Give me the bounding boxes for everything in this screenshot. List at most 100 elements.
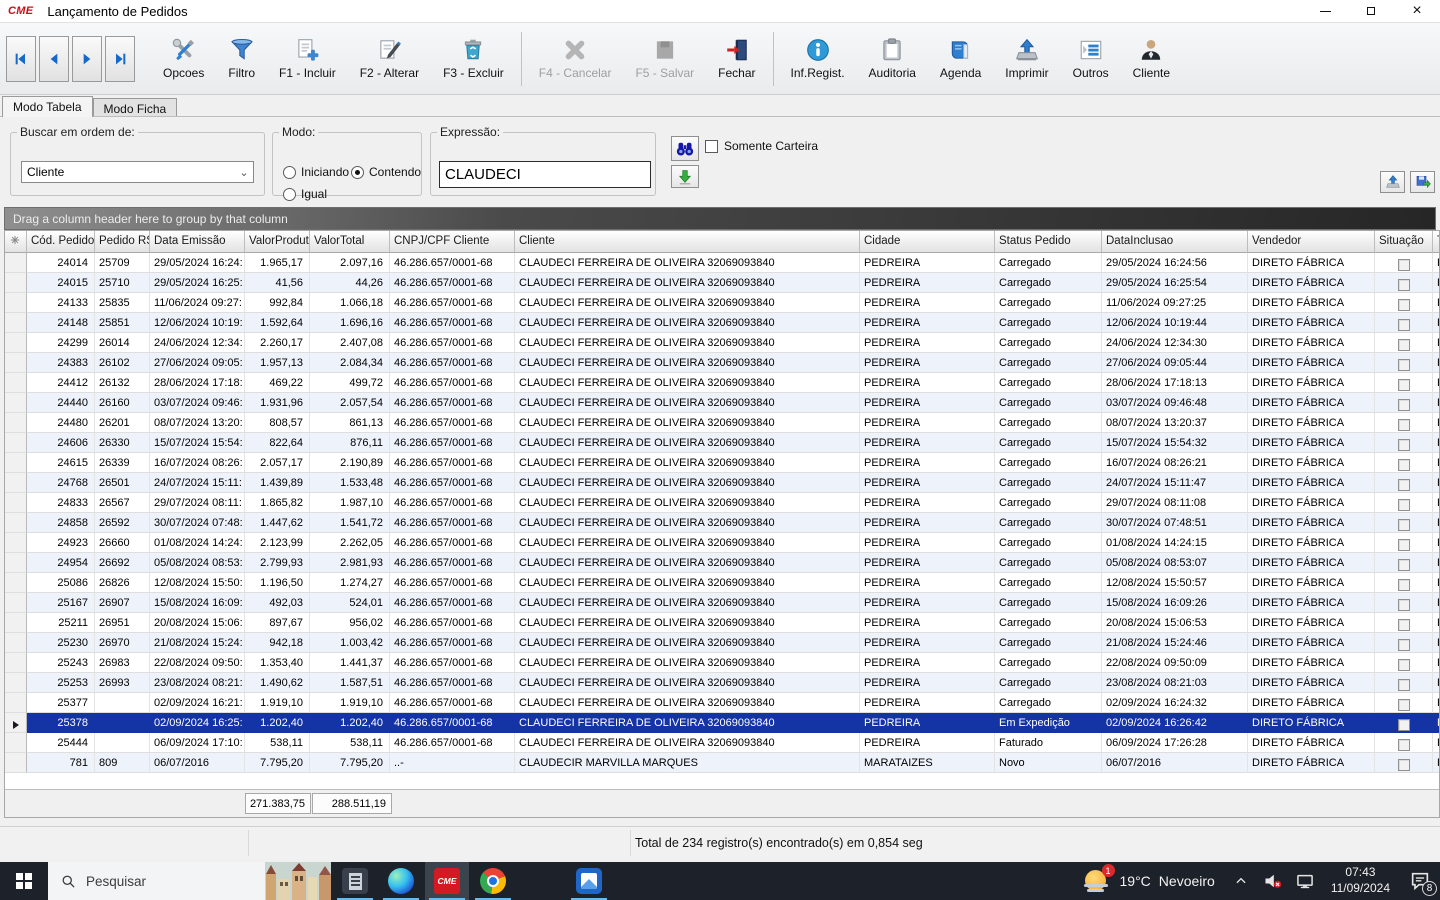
cell-data-inclusao[interactable]: 21/08/2024 15:24:46 xyxy=(1102,633,1248,653)
cell-cod-pedido[interactable]: 25377 xyxy=(27,693,95,713)
cell-valor-produto[interactable]: 822,64 xyxy=(245,433,310,453)
cell-cod-pedido[interactable]: 24833 xyxy=(27,493,95,513)
cell-data-inclusao[interactable]: 29/07/2024 08:11:08 xyxy=(1102,493,1248,513)
cell-data-emissao[interactable]: 06/09/2024 17:10: xyxy=(150,733,245,753)
cell-cidade[interactable]: PEDREIRA xyxy=(860,253,995,273)
cell-cliente[interactable]: CLAUDECI FERREIRA DE OLIVEIRA 3206909384… xyxy=(515,513,860,533)
cell-cliente[interactable]: CLAUDECI FERREIRA DE OLIVEIRA 3206909384… xyxy=(515,393,860,413)
cell-situacao[interactable] xyxy=(1375,653,1433,673)
cell-cliente[interactable]: CLAUDECI FERREIRA DE OLIVEIRA 3206909384… xyxy=(515,553,860,573)
cell-vendedor[interactable]: DIRETO FÁBRICA xyxy=(1248,513,1375,533)
cell-valor-total[interactable]: 2.097,16 xyxy=(310,253,390,273)
agenda-button[interactable]: Agenda xyxy=(928,29,993,89)
column-header-cnpj[interactable]: CNPJ/CPF Cliente xyxy=(390,231,515,253)
table-row[interactable]: 25253 26993 23/08/2024 08:21: 1.490,62 1… xyxy=(5,673,1439,693)
cell-cnpj[interactable]: 46.286.657/0001-68 xyxy=(390,513,515,533)
cell-data-emissao[interactable]: 30/07/2024 07:48: xyxy=(150,513,245,533)
cell-status[interactable]: Carregado xyxy=(995,313,1102,333)
cell-status[interactable]: Carregado xyxy=(995,373,1102,393)
start-button[interactable] xyxy=(0,862,48,900)
cell-cidade[interactable]: PEDREIRA xyxy=(860,273,995,293)
cell-cod-pedido[interactable]: 25086 xyxy=(27,573,95,593)
cell-cod-pedido[interactable]: 25444 xyxy=(27,733,95,753)
table-row[interactable]: 24014 25709 29/05/2024 16:24: 1.965,17 2… xyxy=(5,253,1439,273)
cell-status[interactable]: Carregado xyxy=(995,413,1102,433)
table-row[interactable]: 25243 26983 22/08/2024 09:50: 1.353,40 1… xyxy=(5,653,1439,673)
cell-cliente[interactable]: CLAUDECI FERREIRA DE OLIVEIRA 3206909384… xyxy=(515,433,860,453)
cell-valor-produto[interactable]: 897,67 xyxy=(245,613,310,633)
cell-status[interactable]: Carregado xyxy=(995,633,1102,653)
cell-status[interactable]: Carregado xyxy=(995,473,1102,493)
cell-cliente[interactable]: CLAUDECI FERREIRA DE OLIVEIRA 3206909384… xyxy=(515,733,860,753)
cell-data-inclusao[interactable]: 29/05/2024 16:25:54 xyxy=(1102,273,1248,293)
cell-valor-produto[interactable]: 1.865,82 xyxy=(245,493,310,513)
column-header-t[interactable]: T xyxy=(1433,231,1440,253)
cell-cnpj[interactable]: 46.286.657/0001-68 xyxy=(390,713,515,733)
cell-cod-pedido[interactable]: 25378 xyxy=(27,713,95,733)
cell-data-inclusao[interactable]: 05/08/2024 08:53:07 xyxy=(1102,553,1248,573)
cell-t[interactable]: P xyxy=(1433,373,1440,393)
cell-vendedor[interactable]: DIRETO FÁBRICA xyxy=(1248,253,1375,273)
cell-situacao[interactable] xyxy=(1375,373,1433,393)
cell-cnpj[interactable]: 46.286.657/0001-68 xyxy=(390,293,515,313)
cell-data-inclusao[interactable]: 01/08/2024 14:24:15 xyxy=(1102,533,1248,553)
cell-pedido-rs[interactable]: 26826 xyxy=(95,573,150,593)
cell-cidade[interactable]: PEDREIRA xyxy=(860,653,995,673)
cell-data-emissao[interactable]: 29/07/2024 08:11: xyxy=(150,493,245,513)
cell-cidade[interactable]: PEDREIRA xyxy=(860,613,995,633)
cell-status[interactable]: Carregado xyxy=(995,453,1102,473)
cell-data-inclusao[interactable]: 30/07/2024 07:48:51 xyxy=(1102,513,1248,533)
table-row[interactable]: 25444 06/09/2024 17:10: 538,11 538,11 46… xyxy=(5,733,1439,753)
cell-cidade[interactable]: PEDREIRA xyxy=(860,733,995,753)
table-row[interactable]: 25167 26907 15/08/2024 16:09: 492,03 524… xyxy=(5,593,1439,613)
cell-pedido-rs[interactable]: 26102 xyxy=(95,353,150,373)
cell-valor-produto[interactable]: 2.799,93 xyxy=(245,553,310,573)
cell-cidade[interactable]: PEDREIRA xyxy=(860,293,995,313)
cell-cliente[interactable]: CLAUDECI FERREIRA DE OLIVEIRA 3206909384… xyxy=(515,573,860,593)
filter-button[interactable]: Filtro xyxy=(216,29,267,89)
cell-valor-produto[interactable]: 808,57 xyxy=(245,413,310,433)
cell-vendedor[interactable]: DIRETO FÁBRICA xyxy=(1248,473,1375,493)
cell-pedido-rs[interactable]: 25710 xyxy=(95,273,150,293)
cell-pedido-rs[interactable]: 26951 xyxy=(95,613,150,633)
cell-situacao[interactable] xyxy=(1375,753,1433,773)
cell-cidade[interactable]: PEDREIRA xyxy=(860,553,995,573)
tray-expand-button[interactable] xyxy=(1228,862,1254,900)
cell-cliente[interactable]: CLAUDECI FERREIRA DE OLIVEIRA 3206909384… xyxy=(515,353,860,373)
cell-cliente[interactable]: CLAUDECI FERREIRA DE OLIVEIRA 3206909384… xyxy=(515,333,860,353)
cell-cnpj[interactable]: 46.286.657/0001-68 xyxy=(390,633,515,653)
others-button[interactable]: Outros xyxy=(1061,29,1121,89)
cell-cnpj[interactable]: 46.286.657/0001-68 xyxy=(390,453,515,473)
cell-data-inclusao[interactable]: 23/08/2024 08:21:03 xyxy=(1102,673,1248,693)
export-grid-button[interactable] xyxy=(1410,171,1435,193)
cell-data-inclusao[interactable]: 06/09/2024 17:26:28 xyxy=(1102,733,1248,753)
table-row[interactable]: 24768 26501 24/07/2024 15:11: 1.439,89 1… xyxy=(5,473,1439,493)
cell-vendedor[interactable]: DIRETO FÁBRICA xyxy=(1248,613,1375,633)
cell-situacao[interactable] xyxy=(1375,473,1433,493)
cell-cod-pedido[interactable]: 24148 xyxy=(27,313,95,333)
cell-t[interactable]: P xyxy=(1433,673,1440,693)
cell-cliente[interactable]: CLAUDECI FERREIRA DE OLIVEIRA 3206909384… xyxy=(515,453,860,473)
cell-valor-total[interactable]: 1.587,51 xyxy=(310,673,390,693)
cell-valor-total[interactable]: 2.190,89 xyxy=(310,453,390,473)
cell-status[interactable]: Carregado xyxy=(995,613,1102,633)
cell-valor-produto[interactable]: 1.353,40 xyxy=(245,653,310,673)
cell-cidade[interactable]: PEDREIRA xyxy=(860,333,995,353)
cell-cnpj[interactable]: 46.286.657/0001-68 xyxy=(390,373,515,393)
cell-pedido-rs[interactable]: 26501 xyxy=(95,473,150,493)
cell-cliente[interactable]: CLAUDECI FERREIRA DE OLIVEIRA 3206909384… xyxy=(515,533,860,553)
cell-cliente[interactable]: CLAUDECI FERREIRA DE OLIVEIRA 3206909384… xyxy=(515,633,860,653)
notification-center-button[interactable]: 8 xyxy=(1400,862,1440,900)
cell-situacao[interactable] xyxy=(1375,553,1433,573)
cell-valor-produto[interactable]: 1.965,17 xyxy=(245,253,310,273)
cell-data-emissao[interactable]: 12/08/2024 15:50: xyxy=(150,573,245,593)
cell-pedido-rs[interactable]: 26970 xyxy=(95,633,150,653)
cell-cod-pedido[interactable]: 24954 xyxy=(27,553,95,573)
cell-data-emissao[interactable]: 23/08/2024 08:21: xyxy=(150,673,245,693)
cell-valor-total[interactable]: 876,11 xyxy=(310,433,390,453)
cell-pedido-rs[interactable]: 26660 xyxy=(95,533,150,553)
print-button[interactable]: Imprimir xyxy=(993,29,1060,89)
cell-vendedor[interactable]: DIRETO FÁBRICA xyxy=(1248,373,1375,393)
cell-pedido-rs[interactable] xyxy=(95,693,150,713)
cell-vendedor[interactable]: DIRETO FÁBRICA xyxy=(1248,273,1375,293)
